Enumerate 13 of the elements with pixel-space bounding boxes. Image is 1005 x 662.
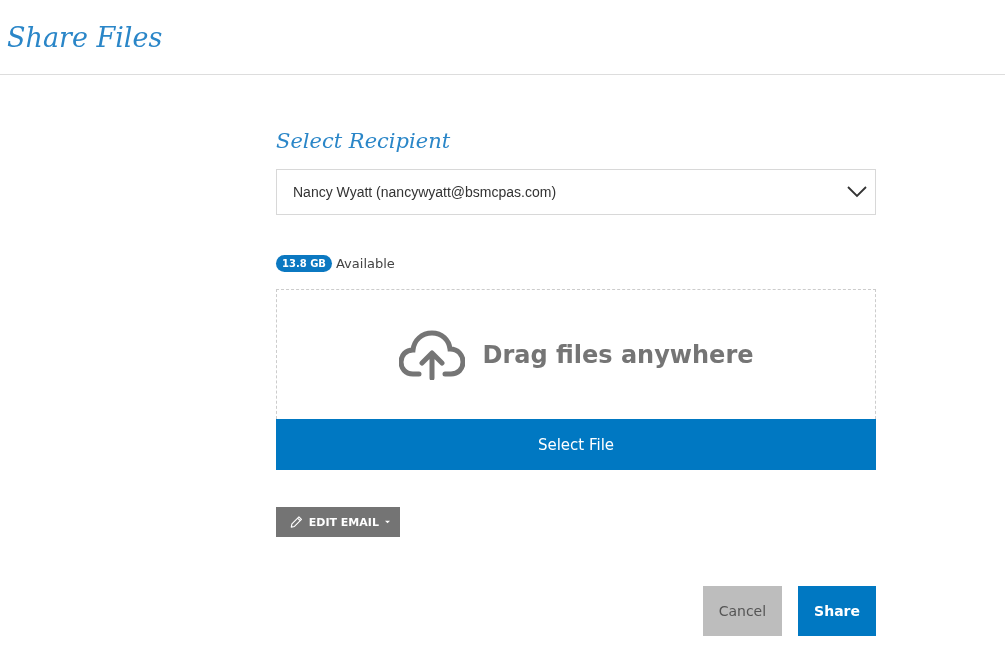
caret-icon — [384, 520, 390, 524]
section-heading: Select Recipient — [276, 129, 452, 153]
recipient-dropdown[interactable]: Nancy Wyatt (nancywyatt@bsmcpas.com) — [276, 169, 876, 215]
select-file-button[interactable]: Select File — [276, 419, 876, 470]
storage-badge: 13.8 GB — [276, 255, 332, 272]
storage-label: Available — [336, 256, 395, 271]
chevron-down-icon — [847, 186, 867, 198]
edit-email-button[interactable]: EDIT EMAIL — [276, 507, 400, 537]
cancel-button[interactable]: Cancel — [702, 586, 783, 636]
cloud-upload-icon — [398, 329, 465, 380]
page-title: Share Files — [7, 21, 163, 53]
share-button[interactable]: Share — [798, 586, 876, 636]
drop-zone-text: Drag files anywhere — [482, 340, 754, 369]
